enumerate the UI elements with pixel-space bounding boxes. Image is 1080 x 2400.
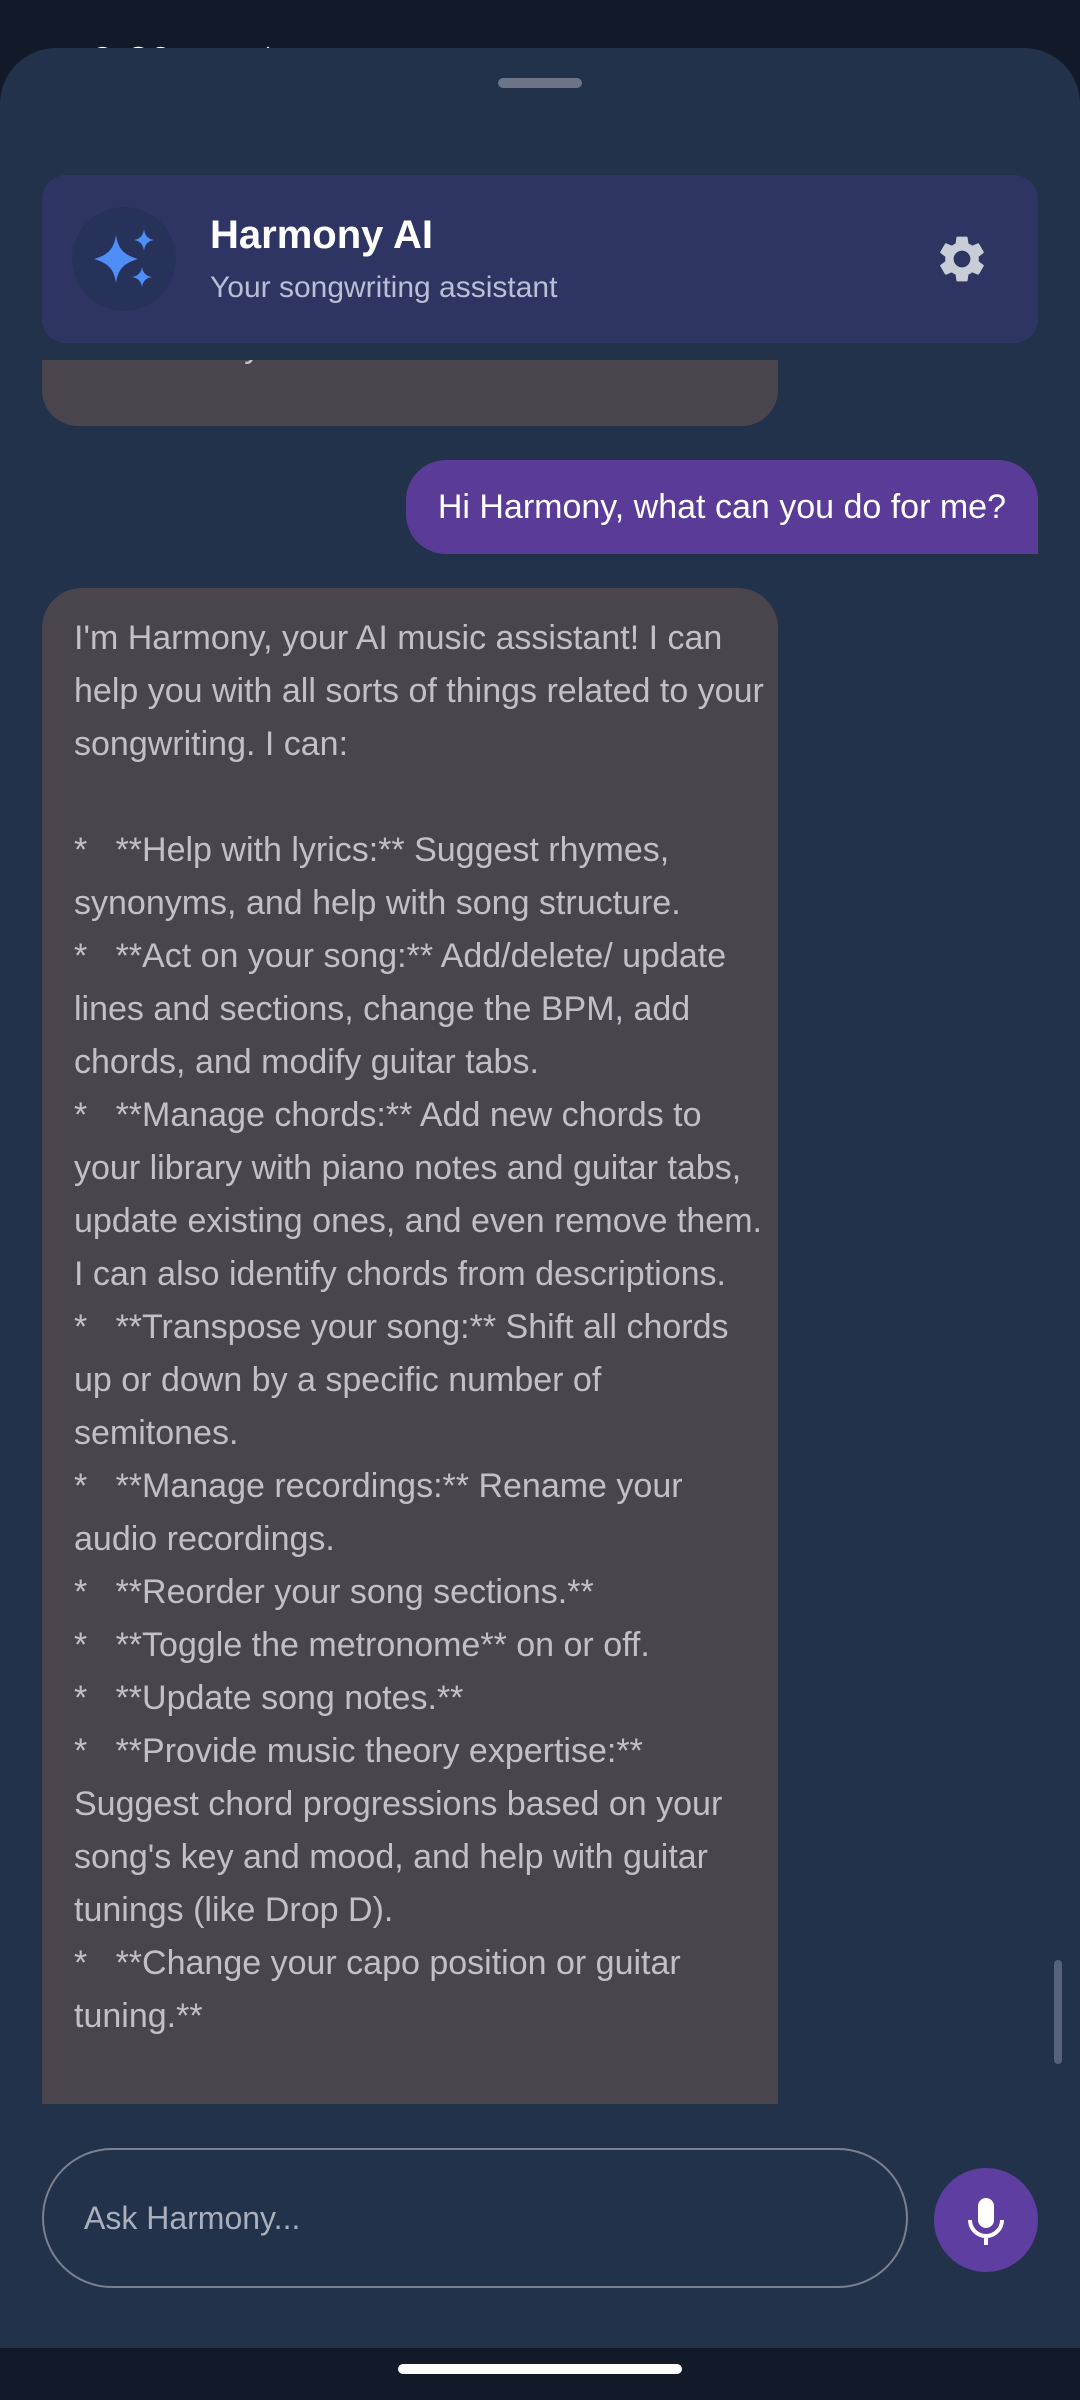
ai-message-text: chord library? bbox=[74, 360, 280, 373]
settings-button[interactable] bbox=[934, 231, 990, 287]
drag-handle[interactable] bbox=[498, 78, 582, 88]
microphone-button[interactable] bbox=[934, 2168, 1038, 2272]
ai-message-text: I'm Harmony, your AI music assistant! I … bbox=[74, 619, 764, 2035]
assistant-header: Harmony AI Your songwriting assistant bbox=[42, 175, 1038, 343]
sparkles-icon bbox=[72, 207, 176, 311]
ai-message: I'm Harmony, your AI music assistant! I … bbox=[42, 588, 778, 2106]
chat-messages[interactable]: chord library? Hi Harmony, what can you … bbox=[0, 360, 1080, 2106]
ask-input[interactable] bbox=[42, 2148, 908, 2288]
assistant-subtitle: Your songwriting assistant bbox=[210, 271, 558, 304]
gear-icon bbox=[940, 236, 984, 282]
composer-bar bbox=[0, 2104, 1080, 2340]
home-indicator[interactable] bbox=[398, 2364, 682, 2374]
assistant-title: Harmony AI bbox=[210, 213, 434, 257]
chat-scrollbar[interactable] bbox=[1054, 1960, 1062, 2064]
microphone-icon bbox=[968, 2198, 1004, 2245]
ai-message: chord library? bbox=[42, 360, 778, 426]
user-message: Hi Harmony, what can you do for me? bbox=[405, 460, 1038, 554]
